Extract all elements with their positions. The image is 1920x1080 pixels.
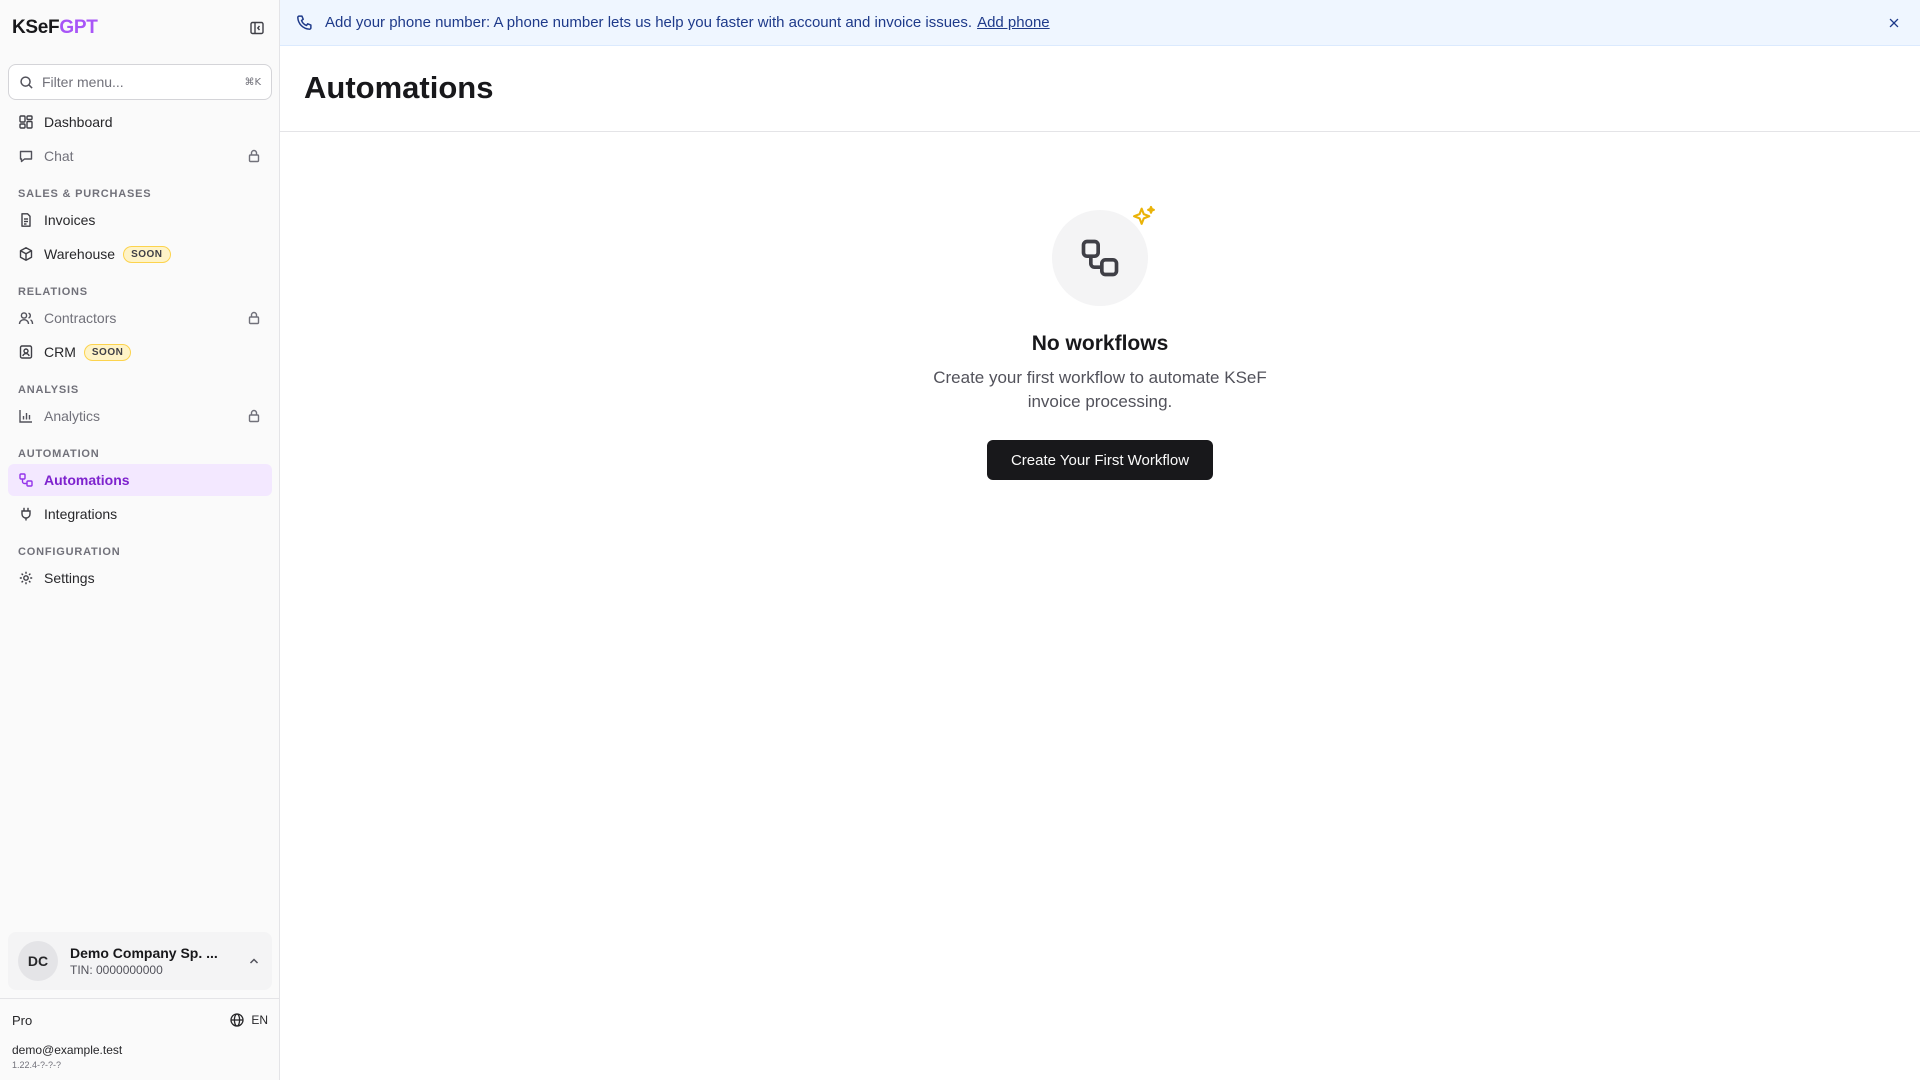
plan-row: Pro EN xyxy=(12,1012,268,1028)
lock-icon xyxy=(248,149,260,163)
soon-badge: SOON xyxy=(123,245,171,263)
shortcut-hint: ⌘K xyxy=(244,76,261,88)
sidebar-item-dashboard[interactable]: Dashboard xyxy=(8,106,272,138)
lock-icon xyxy=(248,311,260,325)
page-header: Automations xyxy=(280,46,1920,132)
sidebar-item-warehouse[interactable]: Warehouse SOON xyxy=(8,238,272,270)
workflow-icon xyxy=(1081,239,1119,277)
company-name: Demo Company Sp. ... xyxy=(70,945,218,961)
sidebar-item-crm[interactable]: CRM SOON xyxy=(8,336,272,368)
plug-icon xyxy=(18,506,34,522)
create-first-workflow-button[interactable]: Create Your First Workflow xyxy=(986,440,1214,480)
sidebar-item-analytics[interactable]: Analytics xyxy=(8,400,272,432)
chat-icon xyxy=(18,148,34,164)
section-analysis: ANALYSIS xyxy=(18,384,80,396)
lock-icon xyxy=(248,409,260,423)
app-version: 1.22.4-?-?-? xyxy=(12,1060,62,1070)
sidebar-item-label: Settings xyxy=(44,570,95,586)
contact-card-icon xyxy=(18,344,34,360)
sidebar-item-label: Warehouse xyxy=(44,246,116,262)
account-switcher[interactable]: DC Demo Company Sp. ... TIN: 0000000000 xyxy=(8,932,272,990)
sidebar-item-chat[interactable]: Chat xyxy=(8,140,272,172)
sidebar-item-label: Integrations xyxy=(44,506,118,522)
bar-chart-icon xyxy=(18,408,34,424)
empty-state-illustration xyxy=(1052,205,1155,306)
filter-menu-field[interactable]: ⌘K xyxy=(8,64,272,100)
dashboard-icon xyxy=(18,114,34,130)
sparkles-icon xyxy=(1133,205,1155,225)
brand-row: KSeFGPT xyxy=(12,14,268,42)
empty-state-title: No workflows xyxy=(1031,332,1169,355)
sidebar-item-label: CRM xyxy=(44,344,76,360)
sidebar-item-label: Automations xyxy=(44,472,130,488)
banner-text: Add your phone number: A phone number le… xyxy=(325,14,973,31)
section-relations: RELATIONS xyxy=(18,286,88,298)
banner-close-button[interactable] xyxy=(1884,13,1904,33)
sidebar-item-label: Analytics xyxy=(44,408,101,424)
sidebar-divider xyxy=(0,998,280,999)
section-automation: AUTOMATION xyxy=(18,448,100,460)
app-logo[interactable]: KSeFGPT xyxy=(12,17,98,39)
plan-label: Pro xyxy=(12,1012,33,1028)
sidebar: KSeFGPT ⌘K Dashboard Chat SALES & PURCHA… xyxy=(0,0,280,1080)
empty-state: No workflows Create your first workflow … xyxy=(820,205,1380,480)
sidebar-item-label: Dashboard xyxy=(44,114,113,130)
sidebar-item-contractors[interactable]: Contractors xyxy=(8,302,272,334)
search-icon xyxy=(20,75,33,89)
sidebar-item-automations[interactable]: Automations xyxy=(8,464,272,496)
workflow-icon xyxy=(18,472,34,488)
sidebar-item-integrations[interactable]: Integrations xyxy=(8,498,272,530)
empty-state-description: Create your first workflow to automate K… xyxy=(933,368,1267,411)
filter-menu-input[interactable] xyxy=(42,74,245,90)
language-label: EN xyxy=(251,1013,268,1027)
package-icon xyxy=(18,246,34,262)
account-details: Demo Company Sp. ... TIN: 0000000000 xyxy=(70,945,246,977)
section-configuration: CONFIGURATION xyxy=(18,546,121,558)
sidebar-item-settings[interactable]: Settings xyxy=(8,562,272,594)
sidebar-item-label: Contractors xyxy=(44,310,117,326)
user-email: demo@example.test xyxy=(12,1043,123,1057)
sidebar-item-invoices[interactable]: Invoices xyxy=(8,204,272,236)
section-sales-purchases: SALES & PURCHASES xyxy=(18,188,152,200)
sidebar-nav: Dashboard Chat SALES & PURCHASES Invoice… xyxy=(8,106,272,596)
phone-banner: Add your phone number: A phone number le… xyxy=(280,0,1920,46)
gear-icon xyxy=(18,570,34,586)
page-title: Automations xyxy=(304,70,494,105)
sidebar-item-label: Invoices xyxy=(44,212,96,228)
company-tin: TIN: 0000000000 xyxy=(70,963,163,977)
soon-badge: SOON xyxy=(83,343,132,361)
document-icon xyxy=(18,212,34,228)
sidebar-toggle-button[interactable] xyxy=(246,17,268,39)
avatar: DC xyxy=(18,941,58,981)
add-phone-link[interactable]: Add phone xyxy=(977,14,1050,31)
chevron-up-icon xyxy=(249,958,259,964)
sidebar-item-label: Chat xyxy=(44,148,74,164)
phone-icon xyxy=(297,15,312,30)
close-icon xyxy=(1889,18,1899,28)
users-icon xyxy=(18,310,34,326)
globe-icon xyxy=(230,1013,244,1027)
sidebar-toggle-icon xyxy=(250,21,264,35)
language-switcher[interactable]: EN xyxy=(229,1012,268,1028)
